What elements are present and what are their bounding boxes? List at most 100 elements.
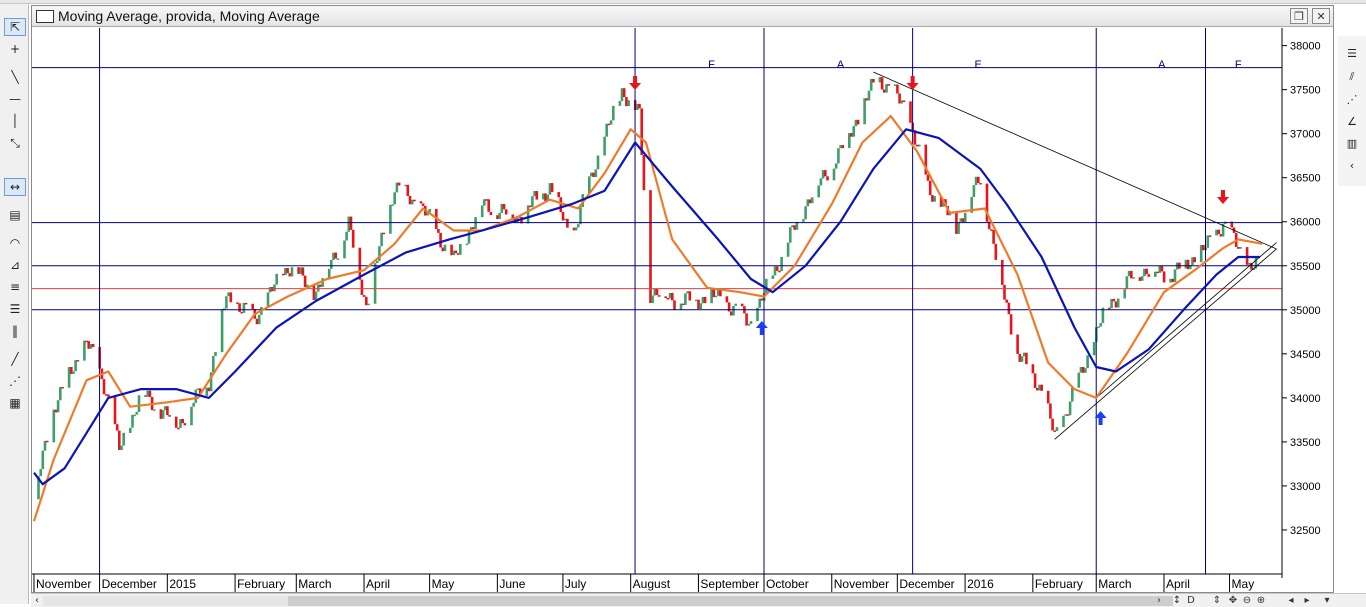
vertical-line-icon[interactable]: │ <box>4 112 26 130</box>
down-bar <box>638 103 641 109</box>
trendlines <box>873 71 1277 440</box>
move-button[interactable]: ✥ <box>1227 594 1239 607</box>
up-bar <box>389 204 392 234</box>
dropdown-button[interactable]: ▾ <box>1321 594 1333 607</box>
down-bar <box>1112 298 1116 302</box>
up-bar <box>190 406 193 426</box>
fan-tool-icon[interactable]: ⊿ <box>4 256 26 274</box>
down-bar <box>334 252 337 259</box>
up-bar <box>273 284 276 292</box>
up-bar <box>153 409 156 411</box>
down-bar <box>238 303 241 312</box>
zoom-out-button[interactable]: ⊖ <box>1241 594 1253 607</box>
grid-pattern-icon[interactable]: ▦ <box>4 394 26 412</box>
up-bar <box>1173 269 1177 283</box>
down-bar <box>113 396 117 425</box>
section-label: A <box>837 59 845 71</box>
x-tick-label: November <box>36 577 91 591</box>
scroll-right-button[interactable]: › <box>1153 594 1165 607</box>
scroll-track[interactable] <box>43 596 1173 606</box>
fibonacci-retracement-icon[interactable]: ☰ <box>4 300 26 318</box>
list-icon[interactable]: ☰ <box>1341 44 1363 62</box>
up-bar <box>1055 427 1059 431</box>
fibonacci-projection-icon[interactable]: ≡ <box>4 278 26 296</box>
cursor-arrow-icon[interactable]: ⇱ <box>4 18 26 36</box>
up-bar <box>789 227 792 243</box>
horizontal-line-icon[interactable]: — <box>4 90 26 108</box>
price-chart[interactable]: F A E A F 32500 33000 33500 34000 34500 35000 3550… <box>32 6 1335 594</box>
diagonal-line-icon[interactable]: ╱ <box>4 350 26 368</box>
up-bar <box>343 240 346 259</box>
zoom-in-button[interactable]: ⊕ <box>1255 594 1267 607</box>
down-bar <box>251 303 254 309</box>
scroll-left-button[interactable]: ‹ <box>31 594 43 607</box>
down-bar <box>362 295 366 297</box>
x-tick-label: April <box>366 577 390 591</box>
down-bar <box>824 170 827 177</box>
section-labels: FAEAF <box>708 59 1242 71</box>
channel-icon[interactable]: ⫽ <box>1341 68 1363 86</box>
x-tick-label: March <box>298 577 331 591</box>
gann-fan-icon[interactable]: ⋰ <box>4 372 26 390</box>
zoom-bars-icon[interactable]: ↔ <box>4 178 26 196</box>
scale-toggle-button[interactable]: ↕ <box>1171 594 1183 607</box>
section-label: F <box>708 59 715 71</box>
x-tick-label: May <box>1232 577 1255 591</box>
up-bar <box>612 105 615 121</box>
x-tick-label: December <box>899 577 954 591</box>
cycle-lines-icon[interactable]: ‖ <box>4 322 26 340</box>
up-bar <box>194 389 198 403</box>
curve-icon[interactable]: ‹ <box>1341 156 1363 174</box>
bars-icon[interactable]: ▥ <box>1341 134 1363 152</box>
down-bar <box>61 387 64 389</box>
scroll-next-button[interactable]: ▸ <box>1301 594 1313 607</box>
trendline-icon[interactable]: ╲ <box>4 68 26 86</box>
period-button[interactable]: D <box>1185 594 1197 607</box>
down-bar <box>559 197 563 212</box>
chart-window: Moving Average, provida, Moving Average … <box>31 5 1334 593</box>
up-bar <box>467 230 471 244</box>
down-bar <box>454 250 458 254</box>
fan-lines-icon[interactable]: ⋰ <box>1341 90 1363 108</box>
up-bar <box>1086 355 1089 369</box>
down-bar <box>1003 284 1006 300</box>
down-bar <box>1009 314 1013 335</box>
angle-icon[interactable]: ∠ <box>1341 112 1363 130</box>
up-bar <box>459 244 462 255</box>
y-tick-label: 36000 <box>1290 217 1321 229</box>
slow-moving-average-line <box>33 128 1261 486</box>
up-bar <box>161 410 165 419</box>
up-bar <box>330 260 333 269</box>
spread-tool-icon[interactable]: ⤡ <box>4 134 26 152</box>
down-bar <box>673 300 676 310</box>
scroll-prev-button[interactable]: ◂ <box>1285 594 1297 607</box>
up-bar <box>135 411 139 415</box>
down-bar <box>872 79 875 83</box>
up-bar <box>804 206 807 220</box>
up-bar <box>336 258 340 260</box>
color-swatch-icon[interactable]: ▤ <box>4 206 26 224</box>
arc-tool-icon[interactable]: ◠ <box>4 234 26 252</box>
down-bar <box>421 203 425 206</box>
down-bar <box>91 344 95 347</box>
vertical-scale-button[interactable]: ⇕ <box>1211 594 1223 607</box>
up-bar <box>817 185 820 198</box>
down-bar <box>775 266 779 271</box>
down-bar <box>286 268 289 274</box>
fast-moving-average-line <box>32 114 1263 522</box>
down-bar <box>671 293 674 301</box>
down-bar <box>725 296 729 303</box>
scroll-thumb[interactable] <box>288 596 1173 606</box>
y-axis: 32500 33000 33500 34000 34500 35000 35500 36000… <box>1281 28 1321 578</box>
up-bar <box>225 296 228 309</box>
up-bar <box>867 90 871 101</box>
up-bar <box>83 340 86 361</box>
down-bar <box>841 145 845 149</box>
up-bar <box>863 98 866 125</box>
down-bar <box>1049 403 1052 419</box>
up-bar <box>59 387 62 401</box>
crosshair-icon[interactable]: + <box>4 40 26 58</box>
down-bar <box>504 209 508 215</box>
up-bar <box>52 409 56 443</box>
y-tick-label: 33500 <box>1290 437 1321 449</box>
